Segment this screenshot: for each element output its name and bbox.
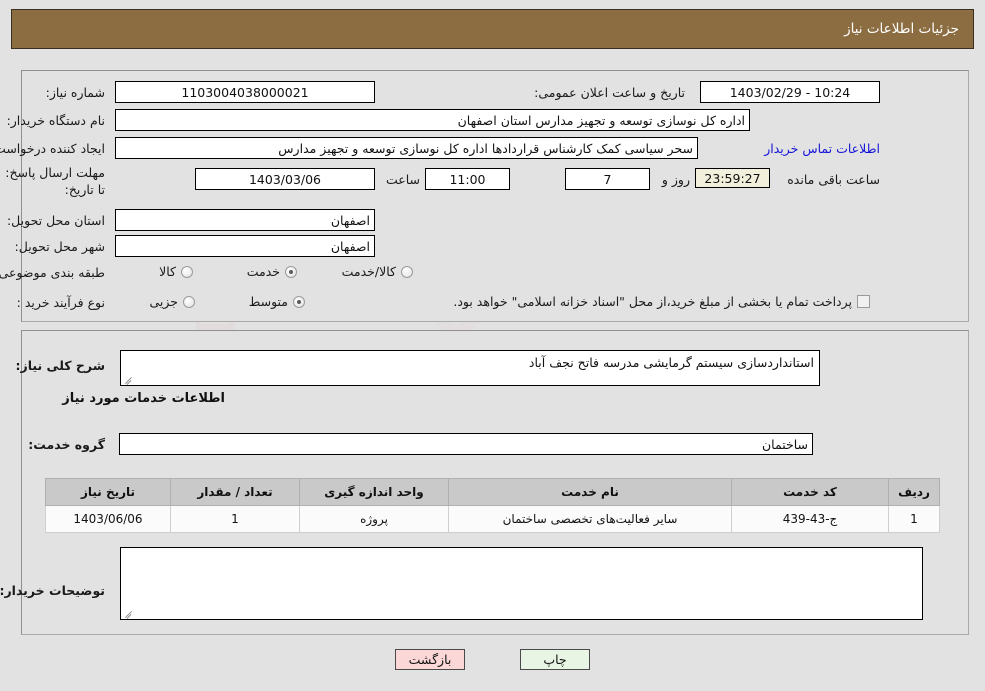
radio-category-kala-label: کالا [159,264,176,279]
radio-category-kala-khedmat[interactable]: کالا/خدمت [342,264,413,279]
request-creator-label: ایجاد کننده درخواست: [0,141,105,156]
need-number-value[interactable]: 1103004038000021 [115,81,375,103]
response-deadline-label: مهلت ارسال پاسخ: تا تاریخ: [5,165,105,197]
remaining-time-label: ساعت باقی مانده [787,172,880,187]
announcement-datetime-label: تاریخ و ساعت اعلان عمومی: [534,85,685,100]
deadline-date-value[interactable]: 1403/03/06 [195,168,375,190]
cell-row-no: 1 [888,505,940,533]
services-section-heading: اطلاعات خدمات مورد نیاز [62,391,225,406]
resize-handle-icon[interactable] [124,373,134,385]
radio-process-jozii[interactable]: جزیی [149,294,195,309]
request-creator-value[interactable]: سحر سیاسی کمک کارشناس قراردادها اداره کل… [115,137,698,159]
overall-description-textarea[interactable]: استانداردسازی سیستم گرمایشی مدرسه فاتح ن… [120,350,820,386]
deadline-hour-value[interactable]: 11:00 [425,168,510,190]
back-button[interactable]: بازگشت [395,649,465,670]
radio-indicator[interactable] [285,265,297,278]
column-header-service-code: کد خدمت [731,478,889,506]
delivery-province-label: استان محل تحویل: [6,213,105,228]
need-number-label: شماره نیاز: [45,85,105,100]
radio-category-khedmat[interactable]: خدمت [247,264,297,279]
cell-quantity: 1 [170,505,300,533]
delivery-province-value[interactable]: اصفهان [115,209,375,231]
checkbox-indicator[interactable] [857,295,870,308]
radio-indicator[interactable] [181,265,193,278]
page-root: جزئیات اطلاعات نیاز AnaTender.net شماره … [0,0,985,691]
subject-category-label: طبقه بندی موضوعی: [0,265,105,280]
need-summary-panel [21,70,969,322]
resize-handle-icon[interactable] [124,607,134,619]
radio-category-kala-khedmat-label: کالا/خدمت [341,264,396,279]
column-header-quantity: تعداد / مقدار [170,478,300,506]
buyer-organization-value[interactable]: اداره کل نوسازی توسعه و تجهیز مدارس استا… [115,109,750,131]
table-row: 1 ج-43-439 سایر فعالیت‌های تخصصی ساختمان… [45,505,940,533]
buyer-notes-textarea[interactable] [120,547,923,620]
radio-process-motavaset-label: متوسط [248,294,288,309]
table-header-row: ردیف کد خدمت نام خدمت واحد اندازه گیری ت… [45,478,940,506]
checkbox-islamic-treasury-bonds[interactable]: پرداخت تمام یا بخشی از مبلغ خرید،از محل … [453,294,870,309]
announcement-datetime-value[interactable]: 1403/02/29 - 10:24 [700,81,880,103]
cell-need-date: 1403/06/06 [45,505,171,533]
column-header-need-date: تاریخ نیاز [45,478,171,506]
column-header-service-name: نام خدمت [448,478,732,506]
radio-indicator[interactable] [293,295,305,308]
buyer-organization-label: نام دستگاه خریدار: [6,113,105,128]
column-header-row-no: ردیف [888,478,940,506]
print-button[interactable]: چاپ [520,649,590,670]
overall-description-value: استانداردسازی سیستم گرمایشی مدرسه فاتح ن… [528,355,814,370]
purchase-process-label: نوع فرآیند خرید : [16,295,105,310]
radio-category-kala[interactable]: کالا [159,264,193,279]
radio-indicator[interactable] [183,295,195,308]
radio-process-motavaset[interactable]: متوسط [249,294,305,309]
cell-service-name: سایر فعالیت‌های تخصصی ساختمان [448,505,732,533]
buyer-notes-label: توضیحات خریدار: [0,583,105,598]
remaining-days-label: روز و [661,172,690,187]
buyer-contact-link[interactable]: اطلاعات تماس خریدار [764,141,880,156]
deadline-hour-label: ساعت [385,172,420,187]
radio-indicator[interactable] [401,265,413,278]
cell-service-code: ج-43-439 [731,505,889,533]
page-header-bar: جزئیات اطلاعات نیاز [11,9,974,49]
service-group-label: گروه خدمت: [28,437,105,452]
remaining-time-countdown: 23:59:27 [695,168,770,188]
column-header-unit: واحد اندازه گیری [299,478,449,506]
remaining-days-value[interactable]: 7 [565,168,650,190]
delivery-city-value[interactable]: اصفهان [115,235,375,257]
delivery-city-label: شهر محل تحویل: [14,239,105,254]
service-group-value[interactable]: ساختمان [119,433,813,455]
services-table: ردیف کد خدمت نام خدمت واحد اندازه گیری ت… [45,478,940,533]
radio-category-khedmat-label: خدمت [246,264,280,279]
overall-description-label: شرح کلی نیاز: [15,358,105,373]
checkbox-islamic-treasury-bonds-label: پرداخت تمام یا بخشی از مبلغ خرید،از محل … [453,294,852,309]
radio-process-jozii-label: جزیی [149,294,178,309]
page-title: جزئیات اطلاعات نیاز [844,21,959,37]
cell-unit: پروژه [299,505,449,533]
